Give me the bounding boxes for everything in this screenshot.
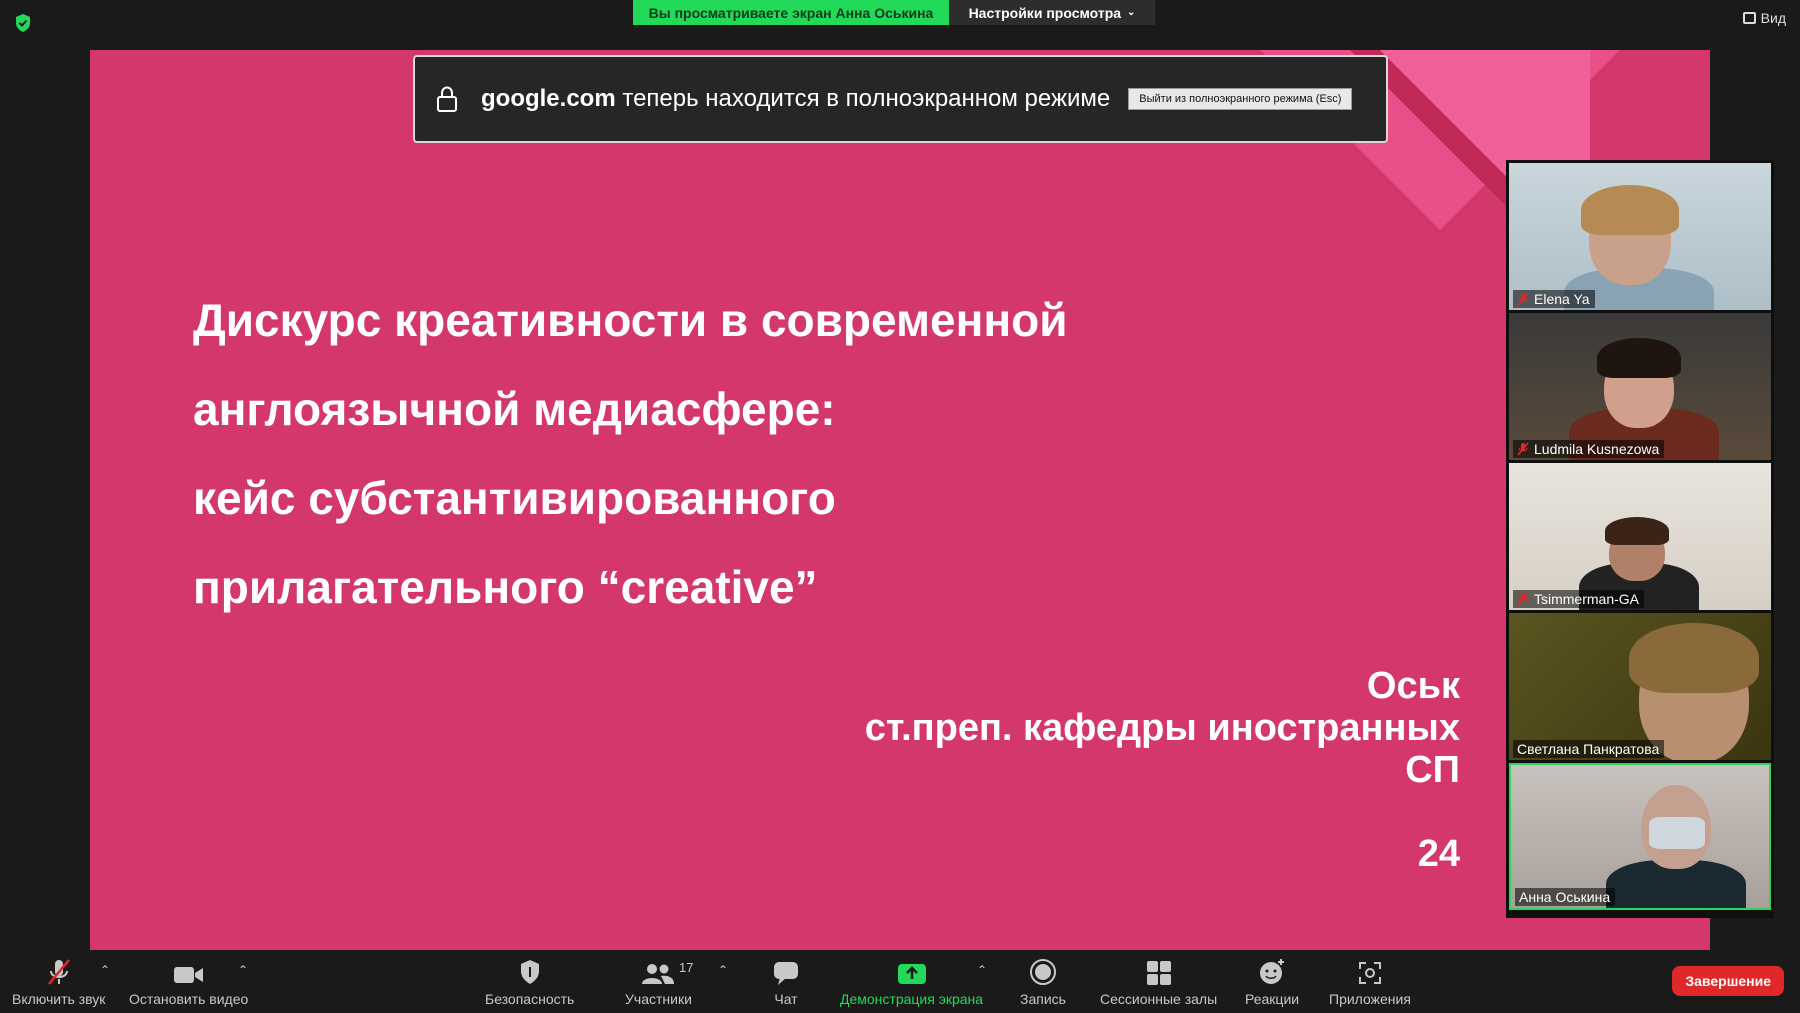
record-button[interactable]: Запись xyxy=(1020,956,1066,1007)
participant-name-tag: Светлана Панкратова xyxy=(1513,740,1665,758)
fullscreen-message: google.com теперь находится в полноэкран… xyxy=(481,85,1110,113)
person-hair xyxy=(1581,185,1679,235)
chevron-down-icon: ⌄ xyxy=(1127,7,1136,18)
fullscreen-notice: google.com теперь находится в полноэкран… xyxy=(413,55,1388,143)
participants-icon xyxy=(642,964,675,984)
unmute-button[interactable]: Включить звук xyxy=(12,956,105,1007)
participant-gallery: Elena Ya Ludmila Kusnezowa Tsimmerman-GA xyxy=(1506,160,1774,918)
unmute-label: Включить звук xyxy=(12,991,106,1007)
mic-muted-icon xyxy=(47,959,70,985)
participant-name: Светлана Панкратова xyxy=(1517,741,1660,757)
exit-fullscreen-button[interactable]: Выйти из полноэкранного режима (Esc) xyxy=(1128,88,1353,110)
mic-muted-icon xyxy=(1517,292,1529,306)
breakout-rooms-icon xyxy=(1146,961,1171,985)
smiley-plus-icon xyxy=(1260,959,1285,984)
apps-label: Приложения xyxy=(1329,991,1411,1007)
chat-label: Чат xyxy=(774,991,798,1007)
security-label: Безопасность xyxy=(485,991,575,1007)
view-options-menu[interactable]: Настройки просмотра ⌄ xyxy=(949,0,1155,25)
participant-name-tag: Elena Ya xyxy=(1513,290,1595,308)
apps-button[interactable]: Приложения xyxy=(1329,956,1411,1007)
participants-label: Участники xyxy=(625,991,692,1007)
participant-name: Ludmila Kusnezowa xyxy=(1534,441,1660,457)
security-button[interactable]: Безопасность xyxy=(485,956,574,1007)
participant-name: Анна Оськина xyxy=(1519,889,1611,905)
breakout-rooms-button[interactable]: Сессионные залы xyxy=(1100,956,1217,1007)
slide-author-line: СП xyxy=(1405,749,1460,791)
slide-title-line: англоязычной медиасфере: xyxy=(193,383,836,435)
top-bar: Вы просматриваете экран Анна Оськина Нас… xyxy=(0,0,1800,50)
share-screen-label: Демонстрация экрана xyxy=(840,991,984,1007)
reactions-label: Реакции xyxy=(1245,991,1300,1007)
slide-author-line: Оськ xyxy=(1366,665,1460,707)
chat-icon xyxy=(774,962,798,985)
face-mask xyxy=(1649,817,1705,849)
stop-video-label: Остановить видео xyxy=(129,991,249,1007)
participant-tile-active-speaker[interactable]: Анна Оськина xyxy=(1509,763,1771,910)
caret-up-icon[interactable]: ⌃ xyxy=(100,963,110,977)
mic-muted-icon xyxy=(1517,592,1529,606)
mic-muted-icon xyxy=(1517,442,1529,456)
participant-name-tag: Анна Оськина xyxy=(1515,888,1616,906)
participant-tile[interactable]: Светлана Панкратова xyxy=(1509,613,1771,760)
participant-name: Elena Ya xyxy=(1534,291,1590,307)
caret-up-icon[interactable]: ⌃ xyxy=(718,963,728,977)
person-hair xyxy=(1605,517,1669,545)
grid-view-icon xyxy=(1742,12,1756,24)
stop-video-button[interactable]: Остановить видео xyxy=(129,956,248,1007)
record-icon xyxy=(1029,959,1056,985)
slide-title-line: Дискурс креативности в современной xyxy=(193,294,1068,346)
slide-title-line: прилагательного “creative” xyxy=(193,561,818,613)
screen-share-banner: Вы просматриваете экран Анна Оськина xyxy=(633,0,949,25)
slide-author-line xyxy=(865,791,1460,833)
caret-up-icon[interactable]: ⌃ xyxy=(238,963,248,977)
zoom-window: Вы просматриваете экран Анна Оськина Нас… xyxy=(0,0,1800,1013)
participant-name: Tsimmerman-GA xyxy=(1534,591,1640,607)
person-hair xyxy=(1597,338,1681,378)
fullscreen-message-text: теперь находится в полноэкранном режиме xyxy=(622,85,1111,112)
slide-author-line: 24 xyxy=(1417,833,1460,875)
participants-count: 17 xyxy=(679,960,694,975)
view-button-label: Вид xyxy=(1760,10,1786,26)
slide-author-block: Оськ ст.преп. кафедры иностранных СП 24 xyxy=(865,665,1460,875)
chat-button[interactable]: Чат xyxy=(772,956,800,1007)
shield-icon xyxy=(520,960,539,984)
fullscreen-domain: google.com xyxy=(481,85,616,112)
participant-tile[interactable]: Ludmila Kusnezowa xyxy=(1509,313,1771,460)
share-screen-icon xyxy=(897,964,926,984)
end-meeting-button[interactable]: Завершение xyxy=(1672,966,1784,996)
participant-tile[interactable]: Elena Ya xyxy=(1509,163,1771,310)
lock-icon xyxy=(437,86,457,112)
meeting-toolbar: Включить звук ⌃ Остановить видео ⌃ Безоп… xyxy=(0,950,1800,1013)
participant-name-tag: Tsimmerman-GA xyxy=(1513,590,1645,608)
participant-name-tag: Ludmila Kusnezowa xyxy=(1513,440,1665,458)
share-screen-button[interactable]: Демонстрация экрана xyxy=(840,956,983,1007)
shared-screen: Дискурс креативности в современной англо… xyxy=(90,50,1710,950)
slide-author-line: ст.преп. кафедры иностранных xyxy=(864,707,1460,749)
shield-icon[interactable] xyxy=(14,13,32,33)
participant-tile[interactable]: Tsimmerman-GA xyxy=(1509,463,1771,610)
apps-icon xyxy=(1358,962,1381,984)
view-button[interactable]: Вид xyxy=(1742,10,1786,26)
breakout-rooms-label: Сессионные залы xyxy=(1100,991,1218,1007)
slide-title: Дискурс креативности в современной англо… xyxy=(193,276,1193,632)
view-options-label: Настройки просмотра xyxy=(968,4,1122,21)
record-label: Запись xyxy=(1020,991,1066,1007)
reactions-button[interactable]: Реакции xyxy=(1245,956,1299,1007)
caret-up-icon[interactable]: ⌃ xyxy=(977,963,987,977)
person-hair xyxy=(1629,623,1759,693)
slide-title-line: кейс субстантивированного xyxy=(193,472,836,524)
video-camera-icon xyxy=(173,967,203,983)
